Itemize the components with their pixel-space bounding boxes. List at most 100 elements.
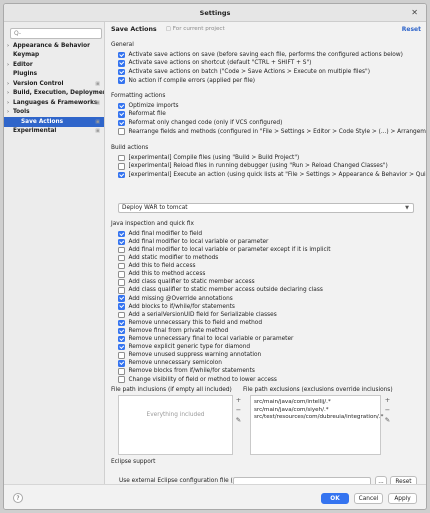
checkbox[interactable] <box>118 352 125 359</box>
reset-link[interactable]: Reset <box>402 26 421 33</box>
chevron-right-icon[interactable]: › <box>7 81 9 87</box>
option-activate-save-actions-on-shortcut-defaul[interactable]: Activate save actions on shortcut (defau… <box>118 59 311 68</box>
checkbox[interactable] <box>118 360 125 367</box>
checkbox[interactable] <box>118 319 125 327</box>
sidebar-item-languages-frameworks[interactable]: › Languages & Frameworks ▣ <box>4 98 104 108</box>
sidebar-item-tools[interactable]: › Tools <box>4 108 104 118</box>
checkbox-label: [experimental] Compile files (using "Bui… <box>128 154 300 161</box>
checkbox[interactable] <box>118 119 125 127</box>
list-item[interactable]: src/test/resources/com/dubreuia/integrat… <box>251 414 383 422</box>
option-activate-save-actions-on-save-before-sav[interactable]: Activate save actions on save (before sa… <box>118 51 403 60</box>
section-general-title: General <box>111 42 134 48</box>
checkbox[interactable] <box>118 230 125 237</box>
help-icon[interactable]: ? <box>13 493 23 503</box>
checkbox-label: Reformat file <box>128 111 166 118</box>
option-reformat-file[interactable]: Reformat file <box>118 110 166 119</box>
checkbox[interactable] <box>118 376 125 383</box>
option-reformat-only-changed-code-only-if-vcs-c[interactable]: Reformat only changed code (only if VCS … <box>118 119 282 128</box>
sidebar-item-experimental[interactable]: Experimental ▣ <box>4 127 104 137</box>
sidebar-item-label: Editor <box>13 61 33 68</box>
checkbox-label: Add this to method access <box>128 271 206 278</box>
chevron-right-icon[interactable]: › <box>7 62 9 68</box>
sidebar-item-appearance-behavior[interactable]: › Appearance & Behavior <box>4 41 104 51</box>
sidebar-item-version-control[interactable]: › Version Control ▣ <box>4 79 104 89</box>
checkbox[interactable] <box>118 102 125 109</box>
checkbox[interactable] <box>118 111 125 118</box>
option-activate-save-actions-on-batch-code-save[interactable]: Activate save actions on batch ("Code > … <box>118 68 370 77</box>
sidebar-item-editor[interactable]: › Editor <box>4 60 104 70</box>
chevron-down-icon: ▼ <box>405 205 409 211</box>
quick-list-dropdown[interactable]: Deploy WAR to tomcat ▼ <box>118 203 414 213</box>
ok-button[interactable]: OK <box>321 493 349 504</box>
checkbox[interactable] <box>118 327 125 335</box>
list-item[interactable]: src/main/java/com/siyeh/.* <box>251 407 380 415</box>
checkbox[interactable] <box>118 368 125 375</box>
checkbox-label: [experimental] Reload files in running d… <box>128 163 388 170</box>
checkbox[interactable] <box>118 295 125 302</box>
checkbox[interactable] <box>118 271 125 278</box>
remove-icon[interactable]: − <box>236 405 241 415</box>
chevron-right-icon[interactable]: › <box>7 43 9 49</box>
checkbox[interactable] <box>118 343 125 351</box>
checkbox-label: Add static modifier to methods <box>128 255 219 262</box>
checkbox[interactable] <box>118 303 125 310</box>
option-experimental-compile-files-using-build-b[interactable]: [experimental] Compile files (using "Bui… <box>118 154 299 163</box>
checkbox[interactable] <box>118 238 125 246</box>
footer: ? OK Cancel Apply <box>4 484 426 509</box>
apply-button[interactable]: Apply <box>388 493 417 504</box>
checkbox[interactable] <box>118 279 125 286</box>
option-experimental-execute-an-action-using-qui[interactable]: [experimental] Execute an action (using … <box>118 171 427 180</box>
checkbox-label: Activate save actions on batch ("Code > … <box>128 68 370 75</box>
checkbox[interactable] <box>118 68 125 76</box>
option-rearrange-fields-and-methods-configured-[interactable]: Rearrange fields and methods (configured… <box>118 127 426 136</box>
checkbox[interactable] <box>118 335 125 343</box>
checkbox[interactable] <box>118 254 125 262</box>
edit-icon[interactable]: ✎ <box>236 415 241 425</box>
edit-icon[interactable]: ✎ <box>385 415 390 425</box>
checkbox[interactable] <box>118 163 125 170</box>
cancel-button[interactable]: Cancel <box>354 493 383 504</box>
checkbox[interactable] <box>118 246 125 254</box>
checkbox[interactable] <box>118 77 125 84</box>
list-item[interactable]: src/main/java/com/intellij/.* <box>251 399 380 407</box>
checkbox[interactable] <box>118 311 125 318</box>
option-no-action-if-compile-errors-applied-per-[interactable]: No action if compile errors (applied per… <box>118 76 255 85</box>
add-icon[interactable]: + <box>385 395 390 405</box>
project-config-icon: ▣ <box>95 80 100 87</box>
checkbox[interactable] <box>118 51 125 58</box>
sidebar-item-label: Tools <box>13 109 30 116</box>
checkbox-label: Change visibility of field or method to … <box>128 376 277 383</box>
chevron-right-icon[interactable]: › <box>7 100 9 106</box>
checkbox[interactable] <box>118 262 125 270</box>
search-input[interactable]: Q- <box>10 28 102 39</box>
sidebar-item-save-actions[interactable]: Save Actions ▣ <box>4 117 104 127</box>
checkbox[interactable] <box>118 128 125 135</box>
sidebar-item-build-execution-deployment[interactable]: › Build, Execution, Deployment <box>4 89 104 99</box>
checkbox-label: [experimental] Execute an action (using … <box>128 171 427 178</box>
chevron-right-icon[interactable]: › <box>7 109 9 115</box>
sidebar: Q- › Appearance & Behavior Keymap › Editor Pl… <box>4 22 105 484</box>
checkbox[interactable] <box>118 171 125 179</box>
option-change-visibility-of-field-or-method-to-[interactable]: Change visibility of field or method to … <box>118 375 277 384</box>
sidebar-item-plugins[interactable]: Plugins <box>4 70 104 80</box>
checkbox[interactable] <box>118 154 125 161</box>
breadcrumb: Save Actions ▢ For current project Reset <box>106 22 426 36</box>
close-icon[interactable]: ✕ <box>411 8 418 17</box>
add-icon[interactable]: + <box>236 395 241 405</box>
project-config-icon: ▣ <box>95 99 100 106</box>
sidebar-item-label: Languages & Frameworks <box>13 99 98 106</box>
checkbox[interactable] <box>118 60 125 67</box>
option-experimental-reload-files-in-running-deb[interactable]: [experimental] Reload files in running d… <box>118 162 388 171</box>
chevron-right-icon[interactable]: › <box>7 90 9 96</box>
inclusions-list[interactable]: Everything included <box>118 395 233 455</box>
inclusions-empty-text: Everything included <box>146 412 205 418</box>
option-optimize-imports[interactable]: Optimize imports <box>118 102 179 111</box>
exclusions-list[interactable]: src/main/java/com/intellij/.* src/main/j… <box>250 395 383 455</box>
checkbox-label: Activate save actions on shortcut (defau… <box>128 60 312 67</box>
sidebar-item-keymap[interactable]: Keymap <box>4 51 104 61</box>
checkbox-label: Remove blocks from if/while/for statemen… <box>128 368 255 375</box>
dropdown-value: Deploy WAR to tomcat <box>122 205 188 211</box>
checkbox[interactable] <box>118 287 125 294</box>
remove-icon[interactable]: − <box>385 405 390 415</box>
sidebar-item-label: Experimental <box>13 128 57 135</box>
